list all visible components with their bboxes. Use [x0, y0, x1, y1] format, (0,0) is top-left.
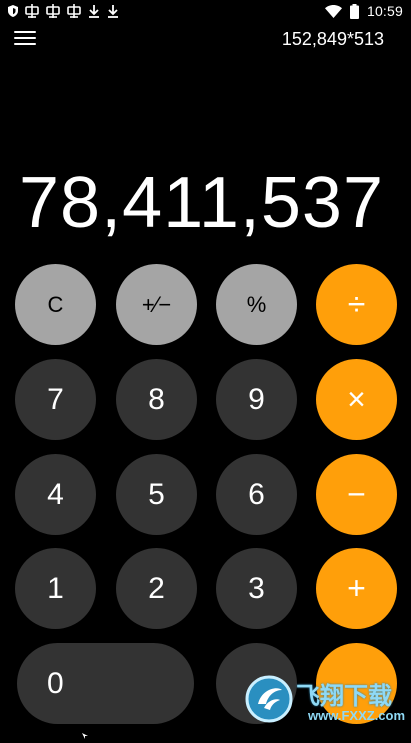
digit-2-button[interactable]: 2: [116, 548, 197, 629]
digit-0-button[interactable]: 0: [17, 643, 194, 724]
notification-icon: [25, 4, 39, 18]
watermark: 飞翔下载 www.FXXZ.com: [240, 672, 406, 728]
digit-5-button[interactable]: 5: [116, 454, 197, 535]
digit-9-button[interactable]: 9: [216, 359, 297, 440]
digit-8-button[interactable]: 8: [116, 359, 197, 440]
download-icon: [107, 4, 119, 18]
hamburger-menu-icon[interactable]: [13, 28, 39, 48]
clear-button[interactable]: C: [15, 264, 96, 345]
digit-4-button[interactable]: 4: [15, 454, 96, 535]
status-time: 10:59: [366, 3, 403, 19]
menu-bar-line: [14, 37, 36, 39]
digit-3-button[interactable]: 3: [216, 548, 297, 629]
watermark-logo-icon: [244, 674, 294, 724]
battery-icon: [349, 3, 359, 19]
status-bar-right: 10:59: [324, 1, 403, 21]
download-icon: [88, 4, 100, 18]
status-bar: 10:59: [0, 0, 411, 22]
watermark-subtitle: www.FXXZ.com: [308, 708, 406, 723]
shield-icon: [8, 5, 18, 17]
menu-bar-line: [14, 31, 36, 33]
cursor-icon: [82, 724, 88, 739]
add-button[interactable]: +: [316, 548, 397, 629]
notification-icon: [46, 4, 60, 18]
watermark-title: 飞翔下载: [296, 682, 392, 710]
percent-button[interactable]: %: [216, 264, 297, 345]
menu-bar-line: [14, 43, 36, 45]
subtract-button[interactable]: −: [316, 454, 397, 535]
notification-icon: [67, 4, 81, 18]
result-display: 78,411,537: [18, 163, 384, 243]
digit-1-button[interactable]: 1: [15, 548, 96, 629]
digit-6-button[interactable]: 6: [216, 454, 297, 535]
multiply-button[interactable]: ×: [316, 359, 397, 440]
digit-7-button[interactable]: 7: [15, 359, 96, 440]
expression-display: 152,849*513: [281, 29, 384, 49]
divide-button[interactable]: ÷: [316, 264, 397, 345]
status-bar-left-icons: [8, 2, 119, 20]
wifi-icon: [324, 4, 342, 18]
plus-minus-button[interactable]: +⁄−: [116, 264, 197, 345]
